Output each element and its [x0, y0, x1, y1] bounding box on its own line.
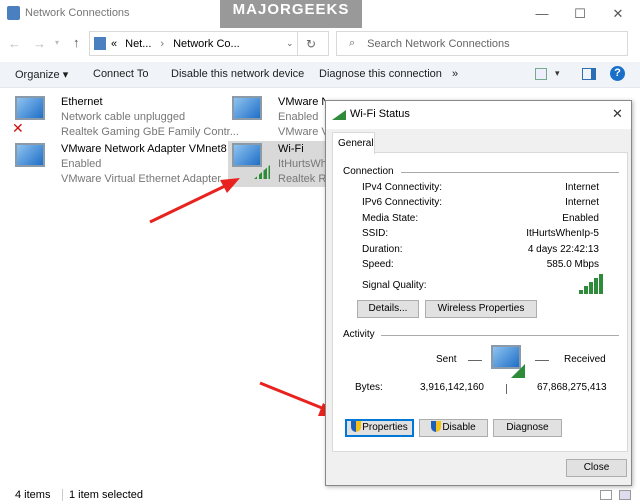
- connection-row-label: Duration:: [362, 243, 403, 255]
- selection-count: 1 item selected: [62, 489, 143, 501]
- connection-row-label: IPv4 Connectivity:: [362, 182, 443, 193]
- bytes-label: Bytes:: [355, 382, 383, 393]
- connection-row-value: Internet: [565, 182, 599, 193]
- wifi-status-dialog: Wi-Fi Status ✕ General Connection IPv4 C…: [325, 100, 632, 486]
- disable-button-label: Disable: [442, 422, 476, 433]
- connection-row-label: IPv6 Connectivity:: [362, 197, 443, 209]
- dialog-title: Wi-Fi Status: [350, 108, 410, 120]
- uac-shield-icon: [351, 421, 362, 432]
- connection-group-label: Connection: [343, 166, 394, 177]
- large-icons-view-icon[interactable]: [619, 490, 631, 500]
- dialog-close-icon[interactable]: ✕: [612, 106, 623, 122]
- connection-row-value: ItHurtsWhenIp-5: [526, 228, 599, 240]
- connection-row-value: 4 days 22:42:13: [527, 243, 599, 255]
- wifi-signal-icon: [332, 110, 346, 120]
- connection-row-value: 585.0 Mbps: [546, 259, 599, 270]
- uac-shield-icon: [431, 421, 442, 432]
- details-view-icon[interactable]: [600, 490, 612, 500]
- status-bar: 4 items 1 item selected: [0, 486, 640, 504]
- general-panel: Connection IPv4 Connectivity: Internet IPv…: [332, 152, 628, 452]
- properties-button[interactable]: Properties: [345, 419, 414, 437]
- connection-row-value: Internet: [565, 197, 599, 209]
- signal-quality-label: Signal Quality:: [362, 280, 427, 291]
- diagnose-button[interactable]: Diagnose: [493, 419, 562, 437]
- connection-row-label: SSID:: [362, 228, 389, 240]
- dialog-title-bar: Wi-Fi Status ✕: [326, 101, 631, 129]
- signal-quality-bars-icon: [579, 274, 605, 294]
- wireless-properties-button[interactable]: Wireless Properties: [425, 300, 537, 318]
- item-count: 4 items: [15, 489, 51, 501]
- connection-row-value: Enabled: [562, 212, 599, 224]
- red-arrow-icon: [149, 178, 240, 224]
- sent-label: Sent: [436, 354, 457, 365]
- tab-general[interactable]: General: [332, 132, 375, 154]
- bytes-sent-value: 3,916,142,160: [420, 382, 484, 393]
- connection-row-label: Media State:: [362, 212, 419, 224]
- network-activity-icon: [491, 345, 521, 369]
- connection-row-label: Speed:: [362, 259, 394, 270]
- close-button[interactable]: Close: [566, 459, 627, 477]
- properties-button-label: Properties: [362, 422, 408, 433]
- disable-button[interactable]: Disable: [419, 419, 488, 437]
- received-label: Received: [564, 354, 606, 365]
- activity-group-label: Activity: [343, 329, 375, 340]
- bytes-received-value: 67,868,275,413: [537, 382, 607, 393]
- details-button[interactable]: Details...: [357, 300, 419, 318]
